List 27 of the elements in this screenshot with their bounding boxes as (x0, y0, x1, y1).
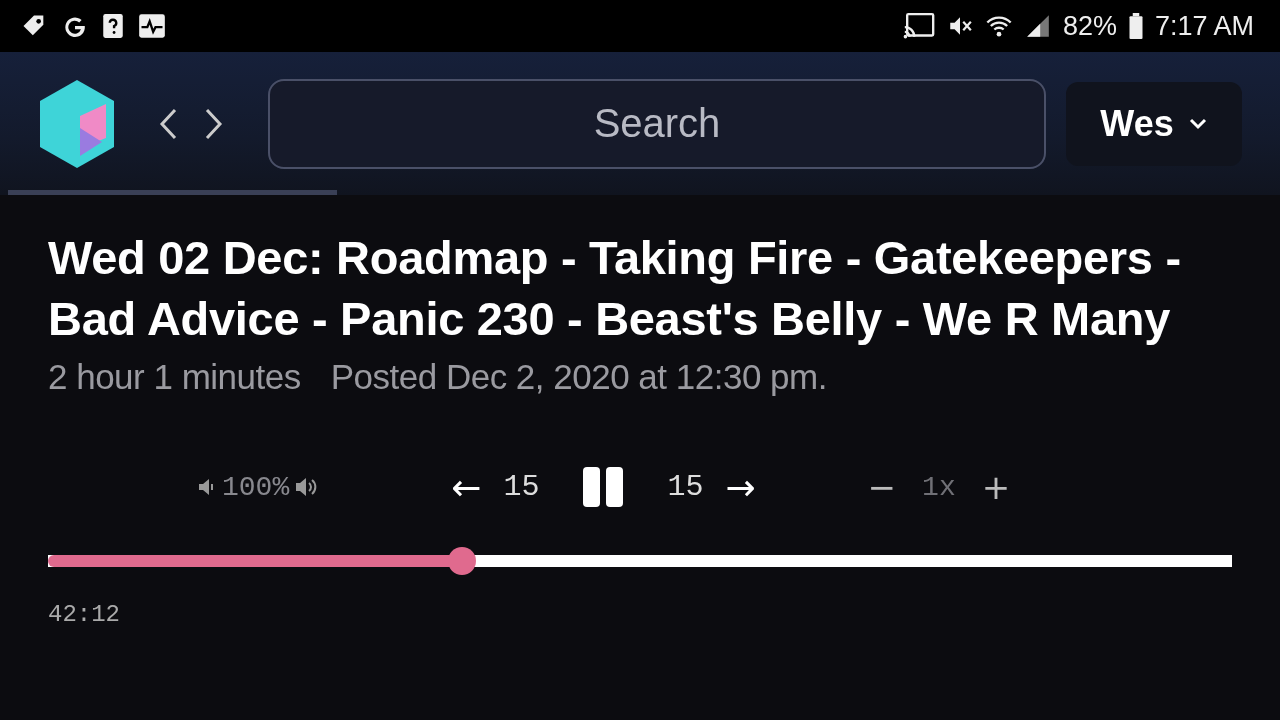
battery-percent: 82% (1062, 10, 1117, 42)
back-icon[interactable] (158, 106, 178, 141)
episode-duration: 2 hour 1 minutes (48, 357, 301, 397)
search-field[interactable]: Search (268, 78, 1046, 169)
cast-icon (902, 13, 935, 39)
chevron-down-icon (1187, 116, 1208, 131)
slider-thumb[interactable] (448, 547, 477, 575)
activity-icon (138, 13, 166, 39)
battery-icon (1128, 13, 1143, 39)
forward-icon[interactable] (204, 106, 224, 141)
episode-title: Wed 02 Dec: Roadmap - Taking Fire - Gatekeepers - Bad Advice - Panic 230 - Beast's Belly - We R Many (48, 230, 1182, 347)
wifi-icon (984, 13, 1013, 39)
signal-icon (1024, 13, 1051, 39)
volume-low-icon[interactable] (198, 477, 216, 497)
posted-date: Posted Dec 2, 2020 at 12:30 pm. (330, 357, 827, 397)
forward-seconds: 15 (667, 470, 704, 504)
user-menu[interactable]: Wes (1066, 81, 1242, 166)
elapsed-time: 42:12 (48, 601, 121, 628)
help-icon (102, 13, 124, 39)
clock: 7:17 AM (1154, 10, 1254, 42)
volume-level: 100% (222, 471, 290, 503)
playback-speed: 1x (922, 471, 956, 503)
speed-up-button[interactable]: + (981, 467, 1011, 507)
rewind-seconds: 15 (503, 470, 540, 504)
fast-forward-button[interactable]: → (725, 466, 756, 508)
speed-down-button[interactable]: − (867, 467, 897, 507)
rewind-button[interactable]: ← (451, 466, 482, 508)
